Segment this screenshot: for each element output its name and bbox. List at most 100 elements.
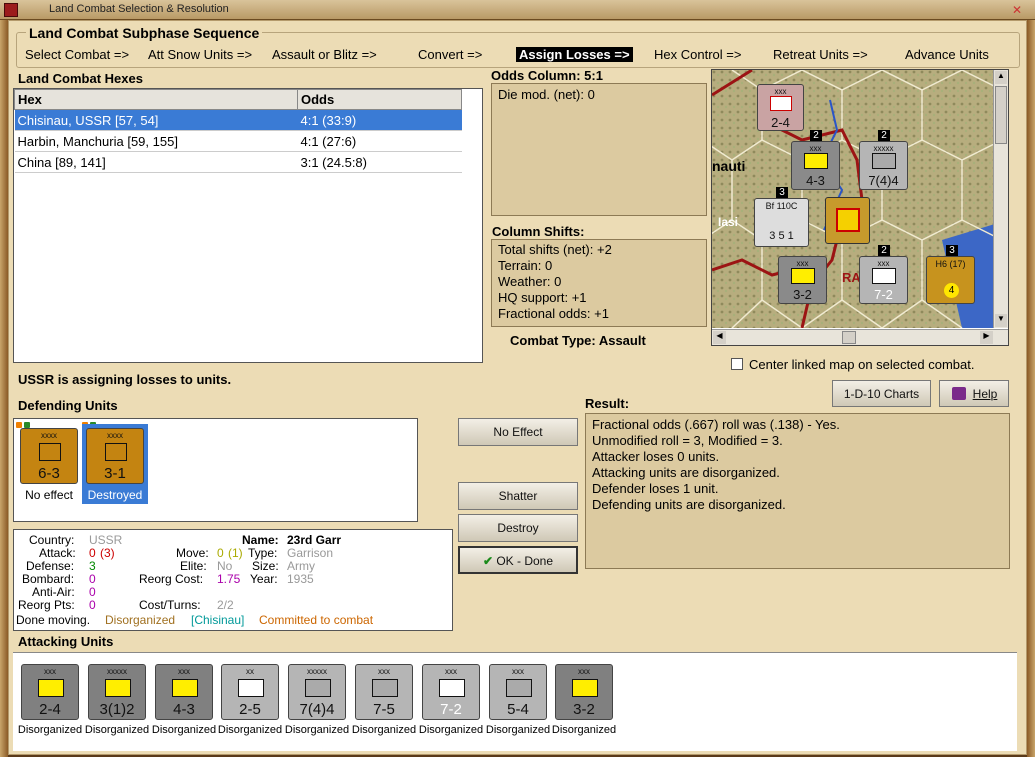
mechanized-symbol-icon xyxy=(572,679,598,697)
scroll-thumb[interactable] xyxy=(995,86,1007,144)
info-location: [Chisinau] xyxy=(191,613,245,627)
defending-unit[interactable]: xxxx 3-1 xyxy=(86,428,144,484)
charts-button[interactable]: 1-D-10 Charts xyxy=(832,380,931,407)
info-size: Army xyxy=(287,559,315,573)
info-label: Name: xyxy=(242,533,279,547)
info-committed: Committed to combat xyxy=(259,613,374,627)
unit-size: xx xyxy=(246,667,254,676)
unit-strength: 2-4 xyxy=(39,701,61,718)
map-unit[interactable]: xxx 7-2 xyxy=(859,256,908,304)
attacking-unit[interactable]: xxx 3-2 xyxy=(555,664,613,720)
unit-strength: 7-2 xyxy=(874,287,893,302)
unit-size: xxxx xyxy=(107,431,123,440)
info-move-mod: (1) xyxy=(228,546,243,560)
unit-size: xxx xyxy=(774,87,787,96)
phase-step-convert: Convert => xyxy=(418,47,483,62)
column-header-hex[interactable]: Hex xyxy=(14,89,298,110)
unit-result-label: Destroyed xyxy=(87,488,143,502)
hex-row[interactable]: Chisinau, USSR [57, 54] 4:1 (33:9) xyxy=(14,109,462,131)
scroll-left-icon[interactable]: ◀ xyxy=(713,331,726,344)
right-frame xyxy=(1027,20,1035,757)
odds-cell: 4:1 (27:6) xyxy=(297,130,462,152)
unit-strength: 3-2 xyxy=(793,287,812,302)
result-heading: Result: xyxy=(585,396,630,411)
unit-strength: 7(4)4 xyxy=(868,173,899,188)
attacking-unit[interactable]: xxx 4-3 xyxy=(155,664,213,720)
stack-count: 3 xyxy=(776,187,788,198)
unit-strength: 3(1)2 xyxy=(99,701,135,718)
help-button[interactable]: Help xyxy=(939,380,1009,407)
result-line: Defender loses 1 unit. xyxy=(592,481,719,496)
attacking-unit[interactable]: xxxxx 3(1)2 xyxy=(88,664,146,720)
scroll-up-icon[interactable]: ▲ xyxy=(995,71,1007,84)
unit-strength: 7-5 xyxy=(373,701,395,718)
info-reorg-pts: 0 xyxy=(89,598,96,612)
unit-size: xxxxx xyxy=(307,667,327,676)
info-label: Elite: xyxy=(180,559,207,573)
shatter-button[interactable]: Shatter xyxy=(458,482,578,510)
map-unit[interactable]: Bf 110C 3 5 1 xyxy=(754,198,809,247)
combat-marker-icon[interactable] xyxy=(825,197,870,244)
info-cost-turns: 2/2 xyxy=(217,598,234,612)
destroy-button[interactable]: Destroy xyxy=(458,514,578,542)
no-effect-button[interactable]: No Effect xyxy=(458,418,578,446)
info-reorg-cost: 1.75 xyxy=(217,572,241,586)
result-line: Fractional odds (.667) roll was (.138) -… xyxy=(592,417,840,432)
hex-row[interactable]: Harbin, Manchuria [59, 155] 4:1 (27:6) xyxy=(14,130,462,152)
shift-hq: HQ support: +1 xyxy=(498,290,587,305)
unit-status-label: Disorganized xyxy=(284,724,350,736)
hex-row[interactable]: China [89, 141] 3:1 (24.5:8) xyxy=(14,151,462,173)
scroll-right-icon[interactable]: ▶ xyxy=(980,331,993,344)
shifts-panel: Total shifts (net): +2 Terrain: 0 Weathe… xyxy=(491,239,707,327)
unit-symbol-icon xyxy=(791,268,815,284)
center-linked-label: Center linked map on selected combat. xyxy=(749,357,975,372)
unit-info-panel: Country: USSR Name: 23rd Garr Attack: 0 … xyxy=(13,529,453,631)
unit-size: Bf 110C xyxy=(765,201,798,211)
info-country: USSR xyxy=(89,533,123,547)
unit-strength: 6-3 xyxy=(38,465,60,482)
hexes-list: Hex Odds Chisinau, USSR [57, 54] 4:1 (33… xyxy=(13,88,483,363)
shifts-heading: Column Shifts: xyxy=(492,224,585,239)
ok-done-button[interactable]: ✔ OK - Done xyxy=(458,546,578,574)
map-unit[interactable]: H6 (17) 4 xyxy=(926,256,975,304)
scroll-thumb[interactable] xyxy=(842,331,856,344)
map-vertical-scrollbar[interactable]: ▲ ▼ xyxy=(993,70,1008,328)
map-label-ra: RA xyxy=(842,270,861,285)
unit-status-label: Disorganized xyxy=(84,724,150,736)
unit-status-label: Disorganized xyxy=(418,724,484,736)
result-line: Attacking units are disorganized. xyxy=(592,465,780,480)
scroll-down-icon[interactable]: ▼ xyxy=(995,314,1007,327)
linked-map[interactable]: nauti Iasi les RA xxx 2-4 xxx 4-3 2 xxxx… xyxy=(711,69,1009,346)
attacking-unit[interactable]: xxx 7-2 xyxy=(422,664,480,720)
phase-step-hex-control: Hex Control => xyxy=(654,47,742,62)
map-unit[interactable]: xxx 4-3 xyxy=(791,141,840,190)
attacking-unit[interactable]: xxx 5-4 xyxy=(489,664,547,720)
map-unit[interactable]: xxxxx 7(4)4 xyxy=(859,141,908,190)
map-label-nauti: nauti xyxy=(712,158,746,174)
info-defense: 3 xyxy=(89,559,96,573)
unit-symbol-icon xyxy=(770,96,792,111)
close-icon[interactable]: ✕ xyxy=(1009,3,1025,17)
column-header-odds[interactable]: Odds xyxy=(297,89,462,110)
info-label: Move: xyxy=(176,546,209,560)
phase-step-retreat: Retreat Units => xyxy=(773,47,868,62)
attacking-unit[interactable]: xx 2-5 xyxy=(221,664,279,720)
info-label: Country: xyxy=(29,533,75,547)
attacking-unit[interactable]: xxxxx 7(4)4 xyxy=(288,664,346,720)
center-linked-checkbox[interactable] xyxy=(731,358,743,370)
attacking-unit[interactable]: xxx 7-5 xyxy=(355,664,413,720)
odds-cell: 3:1 (24.5:8) xyxy=(297,151,462,173)
unit-size: xxx xyxy=(178,667,190,676)
unit-status-label: Disorganized xyxy=(351,724,417,736)
infantry-symbol-icon xyxy=(39,443,61,461)
info-label: Anti-Air: xyxy=(32,585,75,599)
unit-symbol-icon xyxy=(872,268,896,284)
map-unit[interactable]: xxx 3-2 xyxy=(778,256,827,304)
hexes-heading: Land Combat Hexes xyxy=(18,71,143,86)
phase-step-assault-blitz: Assault or Blitz => xyxy=(272,47,377,62)
hex-cell: Chisinau, USSR [57, 54] xyxy=(14,109,298,131)
map-unit[interactable]: xxx 2-4 xyxy=(757,84,804,131)
map-horizontal-scrollbar[interactable]: ◀ ▶ xyxy=(712,329,1008,345)
defending-unit[interactable]: xxxx 6-3 xyxy=(20,428,78,484)
attacking-unit[interactable]: xxx 2-4 xyxy=(21,664,79,720)
